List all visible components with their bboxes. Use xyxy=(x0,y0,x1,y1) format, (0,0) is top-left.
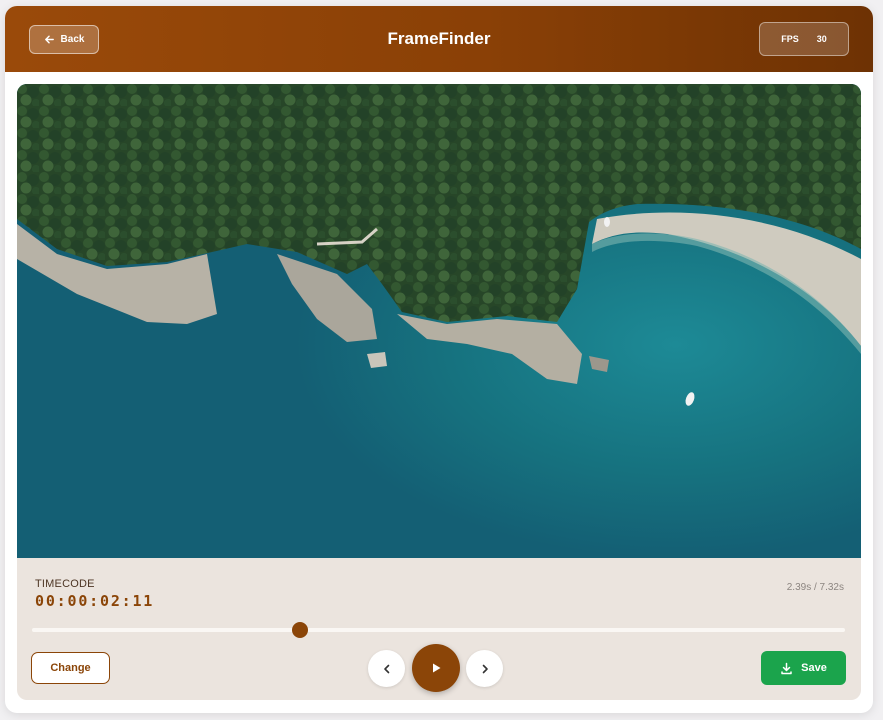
app-title: FrameFinder xyxy=(387,29,491,48)
previous-frame-button[interactable] xyxy=(368,650,405,687)
timecode-value: 00:00:02:11 xyxy=(35,592,155,610)
chevron-left-icon xyxy=(383,664,389,673)
download-icon xyxy=(781,662,792,674)
play-button[interactable] xyxy=(412,644,460,692)
fps-label: FPS xyxy=(781,34,799,44)
play-icon xyxy=(433,663,441,673)
fps-indicator[interactable]: FPS 30 xyxy=(759,22,849,56)
chevron-right-icon xyxy=(482,664,488,673)
timecode-label: TIMECODE xyxy=(35,578,95,590)
app-window: FrameFinder Back FPS 30 TIMECODE 00:00:0… xyxy=(5,6,873,713)
back-label: Back xyxy=(60,34,85,45)
fps-value: 30 xyxy=(816,34,827,44)
player-panel: TIMECODE 00:00:02:11 2.39s / 7.32s Chang… xyxy=(17,84,861,700)
duration-readout: 2.39s / 7.32s xyxy=(786,582,844,593)
save-button[interactable]: Save xyxy=(761,651,846,685)
change-button[interactable]: Change xyxy=(31,652,110,684)
seek-slider-thumb[interactable] xyxy=(292,622,309,638)
arrow-left-icon xyxy=(44,35,54,44)
save-label: Save xyxy=(801,662,827,674)
next-frame-button[interactable] xyxy=(466,650,503,687)
aerial-coast-image xyxy=(17,84,861,558)
seek-slider[interactable] xyxy=(32,622,845,638)
back-button[interactable]: Back xyxy=(29,25,99,54)
header-bar: FrameFinder Back FPS 30 xyxy=(5,6,873,72)
video-frame[interactable] xyxy=(17,84,861,558)
